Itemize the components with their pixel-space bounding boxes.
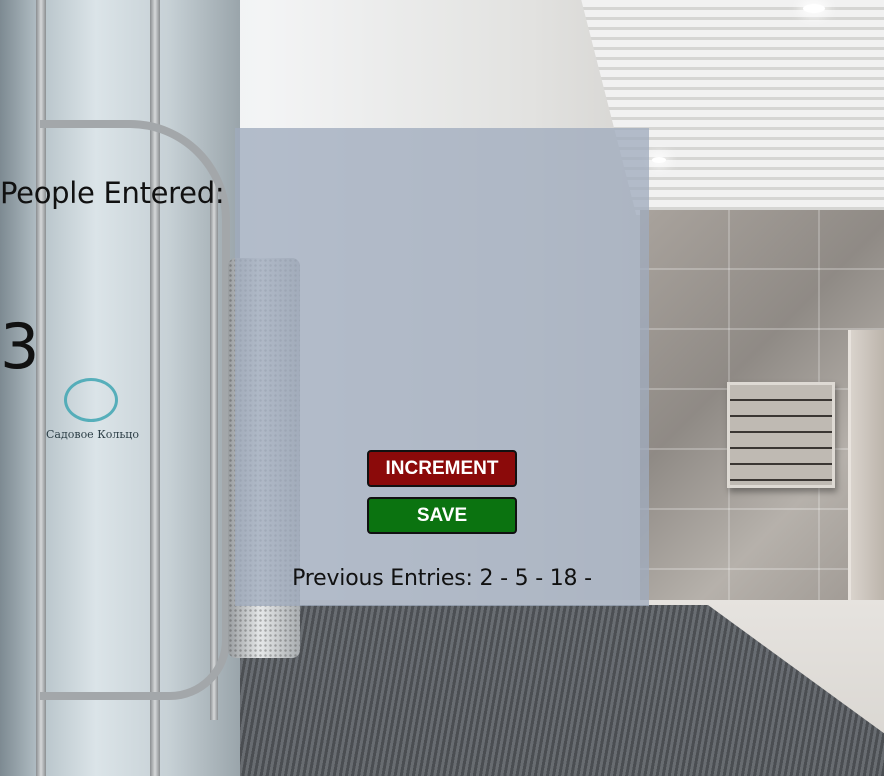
previous-entries-label: Previous Entries: bbox=[292, 566, 473, 591]
ceiling-light bbox=[803, 4, 825, 13]
page-title: People Entered: bbox=[0, 176, 225, 210]
mailboxes bbox=[727, 382, 835, 488]
previous-entries: Previous Entries: 2 - 5 - 18 - bbox=[0, 566, 884, 591]
ceiling-light bbox=[652, 157, 666, 163]
previous-entries-values: 2 - 5 - 18 - bbox=[479, 566, 593, 591]
save-button[interactable]: SAVE bbox=[367, 497, 517, 534]
count-display: 3 bbox=[0, 310, 40, 383]
door-logo-icon bbox=[64, 378, 118, 422]
increment-button[interactable]: INCREMENT bbox=[367, 450, 517, 487]
door-logo-text: Садовое Кольцо bbox=[46, 428, 140, 441]
